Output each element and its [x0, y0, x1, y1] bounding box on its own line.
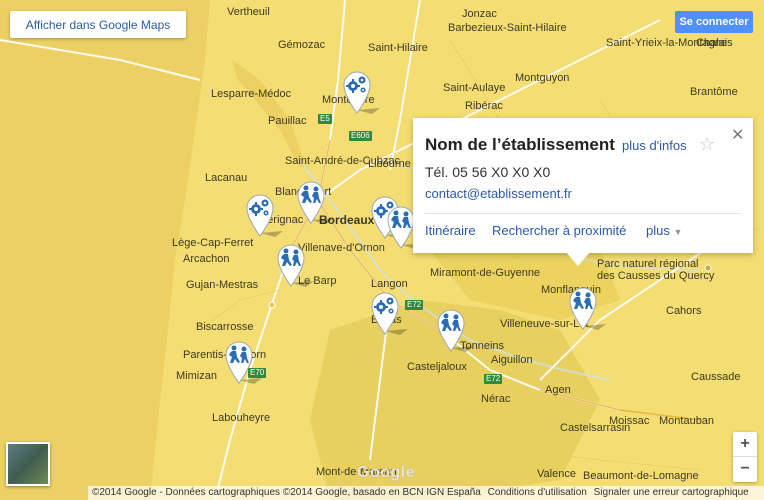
place-label: Saint-Hilaire: [368, 42, 428, 54]
info-window-pointer: [566, 252, 590, 266]
place-label: Saint-Aulaye: [443, 82, 506, 94]
zoom-control: + −: [733, 432, 757, 482]
place-label: Beaumont-de-Lomagne: [583, 470, 699, 482]
place-label: Lège-Cap-Ferret: [172, 237, 254, 249]
road-shield: E72: [484, 374, 503, 384]
divider: [425, 213, 741, 214]
copyright-text: ©2014 Google - Données cartographiques ©…: [92, 487, 481, 498]
place-label: Gujan-Mestras: [186, 279, 259, 291]
place-label: Lacanau: [205, 172, 248, 184]
place-label: Arcachon: [183, 253, 230, 265]
place-label: Biscarrosse: [196, 321, 254, 333]
zoom-in-button[interactable]: +: [733, 432, 757, 456]
place-label: Labouheyre: [212, 412, 271, 424]
info-window: Nom de l’établissement plus d'infos ☆ ✕ …: [413, 118, 753, 253]
chevron-down-icon: ▼: [673, 227, 683, 237]
road-shield: E5: [318, 114, 332, 124]
satellite-toggle[interactable]: [6, 442, 50, 486]
place-label: Libourne: [368, 158, 411, 170]
place-label: Miramont-de-Guyenne: [430, 267, 541, 279]
place-label: Casteljaloux: [407, 361, 467, 373]
place-label: Jonzac: [462, 8, 497, 20]
place-label: Chalais: [696, 37, 733, 49]
people-marker-icon[interactable]: [224, 340, 262, 384]
city-dot: [268, 301, 276, 309]
place-label: Pauillac: [268, 115, 307, 127]
people-marker-icon[interactable]: [436, 308, 474, 352]
road-shield: E72: [405, 300, 424, 310]
more-actions-link[interactable]: plus ▼: [646, 223, 682, 238]
people-marker-icon[interactable]: [296, 180, 334, 224]
place-label: Agen: [545, 384, 571, 396]
map[interactable]: Vertheuil Jonzac Barbezieux-Saint-Hilaire S…: [0, 0, 764, 500]
place-label: Parc naturel régional: [597, 258, 699, 270]
close-icon[interactable]: ✕: [731, 125, 744, 145]
place-label: Caussade: [691, 371, 741, 383]
place-label: des Causses du Quercy: [597, 270, 715, 282]
star-icon[interactable]: ☆: [699, 134, 715, 155]
google-logo: Google: [357, 464, 416, 481]
place-label: Ribérac: [465, 100, 503, 112]
zoom-out-button[interactable]: −: [733, 457, 757, 481]
place-label: Cahors: [666, 305, 702, 317]
report-error-link[interactable]: Signaler une erreur cartographique: [594, 487, 749, 498]
place-label: Montguyon: [515, 72, 570, 84]
place-label: Montauban: [659, 415, 715, 427]
more-actions-label: plus: [646, 223, 670, 238]
phone-number: Tél. 05 56 X0 X0 X0: [425, 164, 551, 180]
place-label: Mimizan: [176, 370, 217, 382]
terms-link[interactable]: Conditions d'utilisation: [488, 487, 587, 498]
place-label: Castelsarrasin: [560, 422, 631, 434]
place-title: Nom de l’établissement: [425, 135, 615, 154]
more-info-link[interactable]: plus d'infos: [622, 138, 687, 153]
place-label: Lesparre-Médoc: [211, 88, 292, 100]
open-in-google-maps-button[interactable]: Afficher dans Google Maps: [10, 11, 186, 38]
road-shield: E606: [349, 131, 372, 141]
place-label: Aiguillon: [491, 354, 533, 366]
place-label: Gémozac: [278, 39, 326, 51]
place-label: Valence: [537, 468, 576, 480]
place-label: Villenave-d'Ornon: [298, 242, 385, 254]
gear-marker-icon[interactable]: [245, 193, 283, 237]
people-marker-icon[interactable]: [386, 205, 424, 249]
attribution-bar: ©2014 Google - Données cartographiques ©…: [88, 486, 764, 500]
search-nearby-link[interactable]: Rechercher à proximité: [492, 223, 626, 238]
people-marker-icon[interactable]: [568, 286, 606, 330]
place-label: Brantôme: [690, 86, 738, 98]
place-label: Langon: [371, 278, 408, 290]
gear-marker-icon[interactable]: [342, 70, 380, 114]
gear-marker-icon[interactable]: [370, 291, 408, 335]
people-marker-icon[interactable]: [276, 243, 314, 287]
place-label: Vertheuil: [227, 6, 270, 18]
place-label: Nérac: [481, 393, 511, 405]
email-link[interactable]: contact@etablissement.fr: [425, 186, 572, 201]
sign-in-button[interactable]: Se connecter: [675, 11, 753, 33]
directions-link[interactable]: Itinéraire: [425, 223, 476, 238]
place-label: Barbezieux-Saint-Hilaire: [448, 22, 567, 34]
